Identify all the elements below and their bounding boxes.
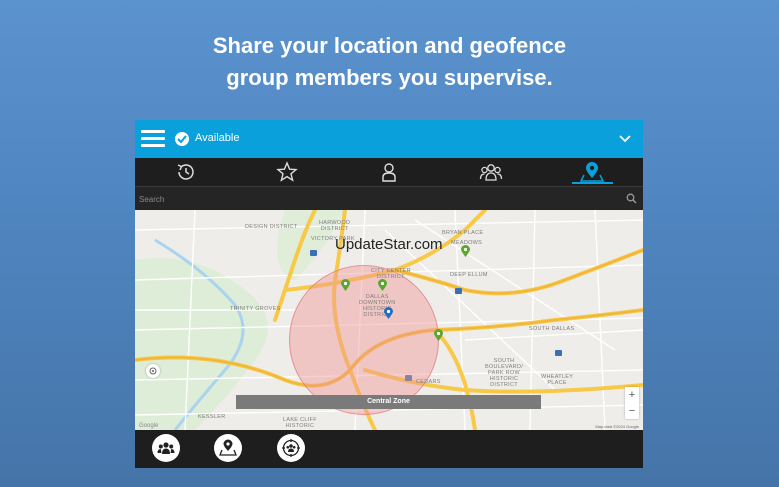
tab-groups[interactable]: [440, 158, 542, 186]
search-input[interactable]: [137, 189, 621, 209]
google-logo: Google: [139, 423, 159, 429]
tab-contacts[interactable]: [338, 158, 440, 186]
zoom-control: + −: [625, 387, 639, 419]
tab-history[interactable]: [135, 158, 237, 186]
headline-line-1: Share your location and geofence: [212, 33, 567, 58]
star-icon: [276, 161, 299, 182]
member-pin-icon[interactable]: [461, 245, 470, 257]
watermark: UpdateStar.com: [335, 236, 443, 253]
map-label-trinity-groves: TRINITY GROVES: [230, 306, 281, 312]
search-icon[interactable]: [626, 193, 637, 204]
group-members-button[interactable]: [152, 434, 180, 462]
zoom-out-button[interactable]: −: [625, 403, 639, 419]
map-view[interactable]: DESIGN DISTRICT HARWOOD DISTRICT VICTORY…: [135, 210, 643, 430]
map-location-button[interactable]: [214, 434, 242, 462]
menu-icon[interactable]: [141, 130, 165, 148]
map-label-deep-ellum: DEEP ELLUM: [450, 272, 488, 278]
geofence-members-button[interactable]: [277, 434, 305, 462]
geofence-group-icon: [282, 439, 300, 457]
check-circle-icon: [175, 132, 189, 146]
member-pin-icon[interactable]: [341, 279, 350, 291]
headline-line-2: group members you supervise.: [226, 65, 553, 90]
map-label-wheatley-place: WHEATLEY PLACE: [541, 374, 574, 386]
map-label-lake-cliff: LAKE CLIFF HISTORIC: [283, 417, 317, 429]
map-label-kessler: KESSLER: [198, 414, 226, 420]
status-bar: Available: [135, 120, 643, 158]
map-label-harwood-district: HARWOOD DISTRICT: [319, 220, 351, 232]
chevron-down-icon[interactable]: [619, 133, 631, 143]
group-icon: [157, 442, 175, 454]
map-credit: Map data ©2024 Google: [595, 424, 639, 429]
map-label-bryan-place: BRYAN PLACE: [442, 230, 484, 236]
availability-status[interactable]: Available: [195, 132, 239, 144]
geofence-circle[interactable]: [289, 265, 439, 415]
member-pin-icon[interactable]: [378, 279, 387, 291]
tab-bar: [135, 158, 643, 186]
zoom-in-button[interactable]: +: [625, 387, 639, 403]
app-screen: Available Search DESIGN DISTRICT HARWOOD…: [135, 120, 643, 468]
zone-label[interactable]: Central Zone: [236, 395, 541, 409]
person-icon: [382, 163, 396, 182]
crosshair-icon: [149, 367, 157, 375]
bottom-action-bar: [135, 430, 643, 468]
map-label-south-boulevard: SOUTH BOULEVARD/ PARK ROW HISTORIC DISTR…: [485, 358, 524, 388]
tab-locations[interactable]: [541, 158, 643, 186]
map-pin-icon: [219, 439, 237, 456]
headline: Share your location and geofence group m…: [0, 30, 779, 94]
location-pin-icon: [580, 162, 605, 182]
map-label-city-center: CITY CENTER DISTRICT: [371, 268, 411, 280]
group-icon: [479, 164, 502, 181]
member-pin-icon[interactable]: [434, 329, 443, 341]
map-label-design-district: DESIGN DISTRICT: [245, 224, 298, 230]
map-label-south-dallas: SOUTH DALLAS: [529, 326, 575, 332]
search-bar: [135, 186, 643, 211]
current-location-pin-icon[interactable]: [384, 307, 393, 319]
my-location-button[interactable]: [146, 364, 160, 378]
history-icon: [177, 164, 194, 180]
map-label-cedars: CEDARS: [416, 379, 441, 385]
tab-favorites[interactable]: [237, 158, 339, 186]
